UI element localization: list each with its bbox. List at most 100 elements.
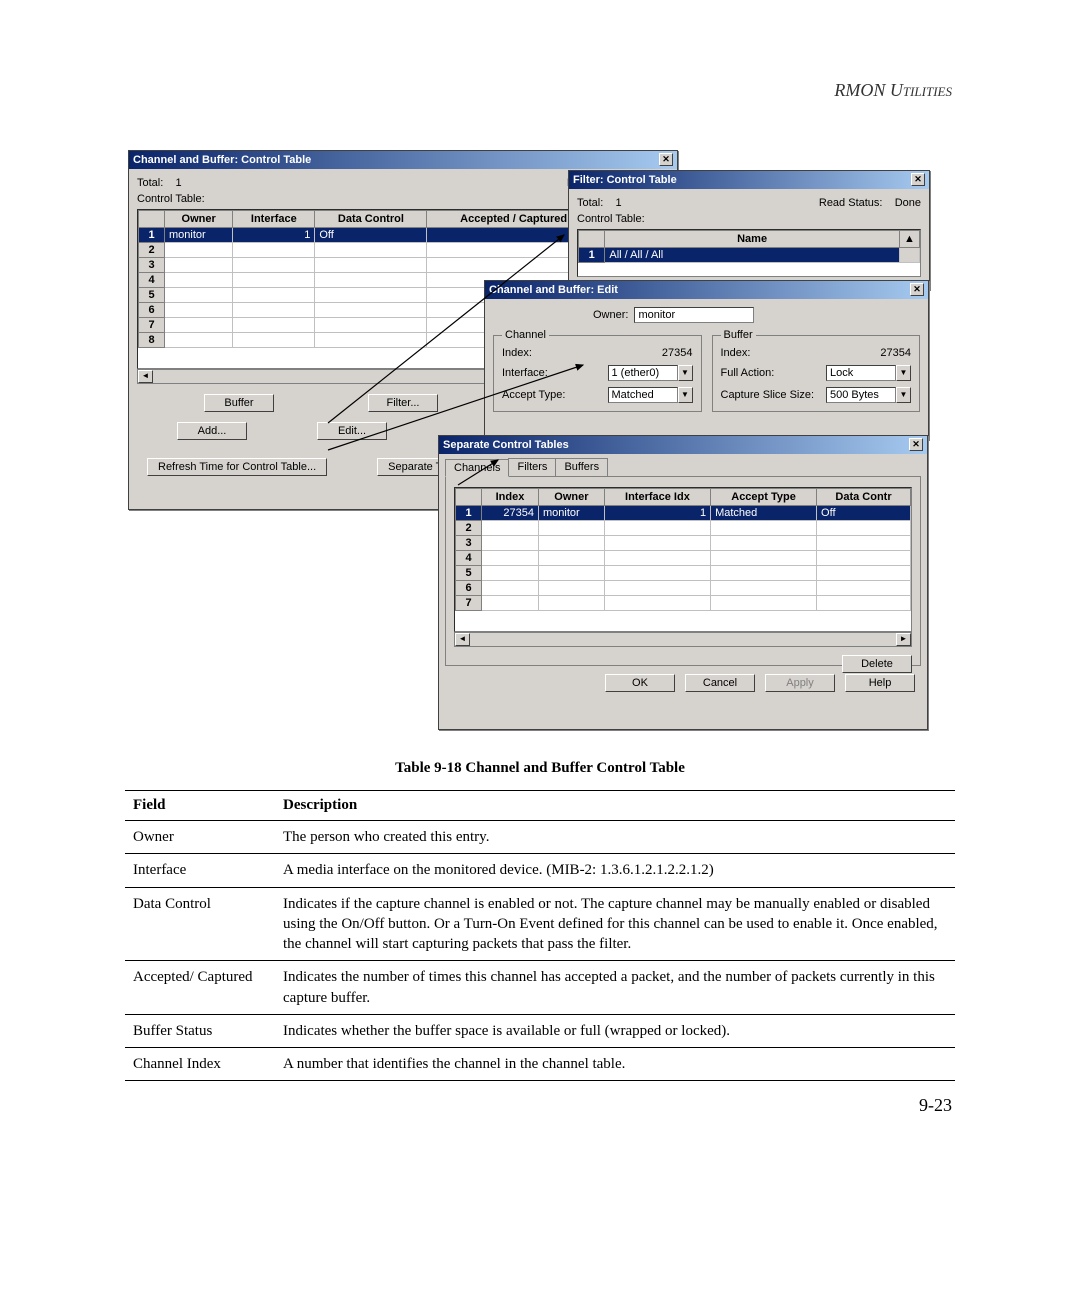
w2-table[interactable]: Name ▲ 1 All / All / All bbox=[578, 230, 920, 263]
w3-title: Channel and Buffer: Edit bbox=[489, 284, 618, 296]
accepttype-input[interactable] bbox=[608, 387, 678, 403]
desc-h-desc: Description bbox=[275, 791, 955, 821]
ch-index-value: 27354 bbox=[662, 347, 693, 359]
w2-titlebar: Filter: Control Table ✕ bbox=[569, 171, 929, 189]
bf-full-label: Full Action: bbox=[721, 367, 775, 379]
desc-row: Buffer StatusIndicates whether the buffe… bbox=[125, 1014, 955, 1047]
buffer-fieldset-legend: Buffer bbox=[721, 329, 756, 341]
table-row[interactable]: 1 All / All / All bbox=[579, 248, 920, 263]
filter-control-window: Filter: Control Table ✕ Total: 1 Read St… bbox=[568, 170, 930, 290]
tab-buffers[interactable]: Buffers bbox=[555, 458, 608, 476]
bf-index-label: Index: bbox=[721, 347, 751, 359]
w2-readstatus-value: Done bbox=[895, 197, 921, 209]
owner-input[interactable] bbox=[634, 307, 754, 323]
close-icon[interactable]: ✕ bbox=[659, 153, 673, 166]
add-button[interactable]: Add... bbox=[177, 422, 247, 440]
interface-input[interactable] bbox=[608, 365, 678, 381]
buffer-button[interactable]: Buffer bbox=[204, 394, 274, 412]
ch-interface-label: Interface: bbox=[502, 367, 548, 379]
figure-area: Channel and Buffer: Control Table ✕ Tota… bbox=[128, 150, 933, 740]
desc-row: Data ControlIndicates if the capture cha… bbox=[125, 887, 955, 961]
scroll-left-icon[interactable]: ◄ bbox=[455, 633, 470, 646]
desc-row: InterfaceA media interface on the monito… bbox=[125, 854, 955, 887]
bf-index-value: 27354 bbox=[880, 347, 911, 359]
table-row: 6 bbox=[456, 581, 911, 596]
w1-total-label: Total: bbox=[137, 177, 163, 189]
w3-owner-label: Owner: bbox=[593, 309, 628, 321]
chevron-down-icon[interactable]: ▼ bbox=[678, 387, 693, 403]
tab-filters[interactable]: Filters bbox=[508, 458, 556, 476]
apply-button[interactable]: Apply bbox=[765, 674, 835, 692]
table-row: 4 bbox=[456, 551, 911, 566]
w1-titlebar: Channel and Buffer: Control Table ✕ bbox=[129, 151, 677, 169]
delete-button[interactable]: Delete bbox=[842, 655, 912, 673]
description-table: Field Description OwnerThe person who cr… bbox=[125, 790, 955, 1081]
chevron-down-icon[interactable]: ▼ bbox=[896, 365, 911, 381]
w4-h-ifidx: Interface Idx bbox=[604, 489, 710, 506]
cell-datacontrol: Off bbox=[315, 228, 427, 243]
w2-controltable-label: Control Table: bbox=[577, 213, 921, 225]
w4-titlebar: Separate Control Tables ✕ bbox=[439, 436, 927, 454]
w1-h-datacontrol: Data Control bbox=[315, 211, 427, 228]
w2-total-value: 1 bbox=[616, 197, 622, 209]
cell-ifidx: 1 bbox=[604, 506, 710, 521]
bf-slice-label: Capture Slice Size: bbox=[721, 389, 815, 401]
cell-accept: Matched bbox=[711, 506, 817, 521]
w1-title: Channel and Buffer: Control Table bbox=[133, 154, 311, 166]
page-number: 9-23 bbox=[919, 1095, 952, 1116]
table-row: 5 bbox=[456, 566, 911, 581]
cell-interface: 1 bbox=[233, 228, 315, 243]
w4-h-accept: Accept Type bbox=[711, 489, 817, 506]
channel-buffer-edit-window: Channel and Buffer: Edit ✕ Owner: Channe… bbox=[484, 280, 929, 440]
fullaction-input[interactable] bbox=[826, 365, 896, 381]
close-icon[interactable]: ✕ bbox=[911, 173, 925, 186]
table-row: 7 bbox=[456, 596, 911, 611]
desc-row: Accepted/ CapturedIndicates the number o… bbox=[125, 961, 955, 1015]
ch-accept-label: Accept Type: bbox=[502, 389, 565, 401]
desc-row: OwnerThe person who created this entry. bbox=[125, 821, 955, 854]
refresh-time-button[interactable]: Refresh Time for Control Table... bbox=[147, 458, 327, 476]
table-row[interactable]: 1 27354 monitor 1 Matched Off bbox=[456, 506, 911, 521]
figure-caption: Table 9-18 Channel and Buffer Control Ta… bbox=[0, 760, 1080, 777]
scroll-left-icon[interactable]: ◄ bbox=[138, 370, 153, 383]
w2-title: Filter: Control Table bbox=[573, 174, 677, 186]
edit-button[interactable]: Edit... bbox=[317, 422, 387, 440]
scroll-right-icon[interactable]: ► bbox=[896, 633, 911, 646]
table-row: 3 bbox=[456, 536, 911, 551]
slicesize-combo[interactable]: ▼ bbox=[826, 387, 911, 403]
cell-owner: monitor bbox=[539, 506, 605, 521]
cell-owner: monitor bbox=[165, 228, 233, 243]
tab-channels[interactable]: Channels bbox=[445, 459, 509, 477]
w3-titlebar: Channel and Buffer: Edit ✕ bbox=[485, 281, 928, 299]
w2-h-name: Name bbox=[605, 231, 899, 248]
cancel-button[interactable]: Cancel bbox=[685, 674, 755, 692]
page-header: RMON Utilities bbox=[834, 80, 952, 101]
separate-control-tables-window: Separate Control Tables ✕ Channels Filte… bbox=[438, 435, 928, 730]
w2-readstatus-label: Read Status: bbox=[819, 197, 883, 209]
channel-fieldset-legend: Channel bbox=[502, 329, 549, 341]
accepttype-combo[interactable]: ▼ bbox=[608, 387, 693, 403]
filter-button[interactable]: Filter... bbox=[368, 394, 438, 412]
cell-name: All / All / All bbox=[605, 248, 899, 263]
w1-h-owner: Owner bbox=[165, 211, 233, 228]
w4-h-dc: Data Contr bbox=[817, 489, 911, 506]
table-row: 2 bbox=[456, 521, 911, 536]
w4-table[interactable]: Index Owner Interface Idx Accept Type Da… bbox=[455, 488, 911, 611]
w4-title: Separate Control Tables bbox=[443, 439, 569, 451]
ch-index-label: Index: bbox=[502, 347, 532, 359]
interface-combo[interactable]: ▼ bbox=[608, 365, 693, 381]
w4-hscrollbar[interactable]: ◄ ► bbox=[454, 632, 912, 647]
fullaction-combo[interactable]: ▼ bbox=[826, 365, 911, 381]
w1-h-interface: Interface bbox=[233, 211, 315, 228]
chevron-down-icon[interactable]: ▼ bbox=[896, 387, 911, 403]
w1-total-value: 1 bbox=[176, 177, 182, 189]
slicesize-input[interactable] bbox=[826, 387, 896, 403]
ok-button[interactable]: OK bbox=[605, 674, 675, 692]
desc-row: Channel IndexA number that identifies th… bbox=[125, 1048, 955, 1081]
chevron-down-icon[interactable]: ▼ bbox=[678, 365, 693, 381]
close-icon[interactable]: ✕ bbox=[909, 438, 923, 451]
scroll-up-icon[interactable]: ▲ bbox=[899, 231, 919, 248]
desc-h-field: Field bbox=[125, 791, 275, 821]
help-button[interactable]: Help bbox=[845, 674, 915, 692]
close-icon[interactable]: ✕ bbox=[910, 283, 924, 296]
